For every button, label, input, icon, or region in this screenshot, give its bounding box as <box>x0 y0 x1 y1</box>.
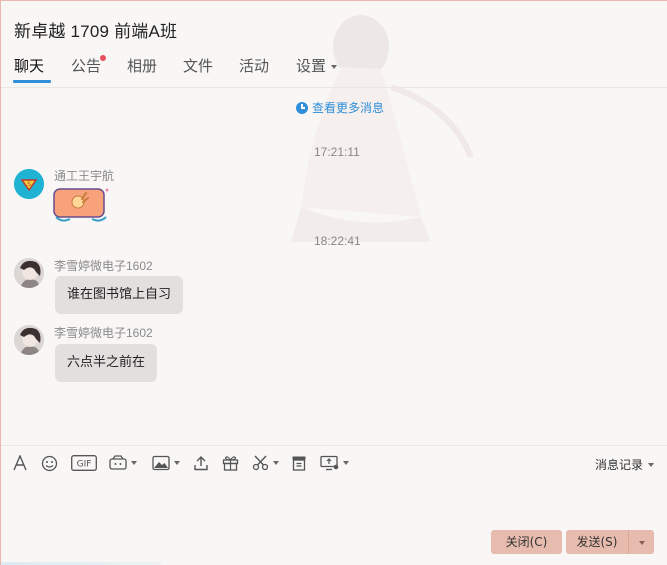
girl-avatar-icon <box>14 258 44 288</box>
tab-chat[interactable]: 聊天 <box>14 55 44 76</box>
tab-settings-label: 设置 <box>296 58 327 75</box>
clock-icon <box>296 101 308 114</box>
input-toolbar: GIF 消息记录 <box>1 450 667 476</box>
screenshot-icon[interactable] <box>252 454 279 472</box>
chevron-down-icon <box>331 65 338 70</box>
tab-announcement[interactable]: 公告 <box>71 55 101 76</box>
avatar[interactable]: S <box>14 169 44 199</box>
tab-bar: 聊天 公告 相册 文件 活动 设置 <box>1 53 667 85</box>
tab-album[interactable]: 相册 <box>127 55 157 76</box>
divider <box>1 445 667 446</box>
background-art <box>291 15 474 242</box>
chevron-down-icon <box>648 462 654 467</box>
gif-label: GIF <box>77 460 92 470</box>
sender-name: 通工王宇航 <box>54 169 115 183</box>
ok-hand-sticker[interactable] <box>52 187 110 223</box>
divider <box>1 87 667 88</box>
chevron-down-icon <box>174 461 180 465</box>
tab-activity[interactable]: 活动 <box>239 55 269 76</box>
window-title: 新卓越 1709 前端A班 <box>14 22 178 41</box>
avatar[interactable] <box>14 258 44 288</box>
notification-dot <box>100 55 106 61</box>
image-icon[interactable] <box>152 454 180 472</box>
avatar[interactable] <box>14 325 44 355</box>
sender-name: 李雪婷微电子1602 <box>54 259 153 273</box>
send-options-button[interactable] <box>628 530 654 554</box>
chevron-down-icon <box>131 461 137 465</box>
sender-name: 李雪婷微电子1602 <box>54 326 153 340</box>
emoji-icon[interactable] <box>41 454 58 472</box>
view-more-messages-link[interactable]: 查看更多消息 <box>296 99 384 116</box>
chevron-down-icon <box>638 540 645 545</box>
view-more-messages-label: 查看更多消息 <box>312 101 385 115</box>
tab-files[interactable]: 文件 <box>183 55 213 76</box>
close-button[interactable]: 关闭(C) <box>491 530 562 554</box>
svg-text:S: S <box>27 181 31 188</box>
message-bubble: 六点半之前在 <box>55 344 158 382</box>
gif-icon[interactable]: GIF <box>71 454 97 472</box>
file-cabinet-icon[interactable] <box>291 454 307 472</box>
chevron-down-icon <box>273 461 279 465</box>
active-tab-indicator <box>13 80 51 83</box>
font-icon[interactable] <box>12 454 28 472</box>
gift-icon[interactable] <box>222 454 239 472</box>
tab-settings[interactable]: 设置 <box>296 55 338 76</box>
chevron-down-icon <box>343 461 349 465</box>
message-timestamp: 17:21:11 <box>314 145 360 159</box>
message-history-label: 消息记录 <box>594 458 643 472</box>
screen-share-icon[interactable] <box>320 454 349 472</box>
message-history-button[interactable]: 消息记录 <box>595 456 654 473</box>
send-button[interactable]: 发送(S) <box>566 530 628 554</box>
magic-emoji-icon[interactable] <box>109 454 137 472</box>
girl-avatar-icon <box>14 325 44 355</box>
message-bubble: 谁在图书馆上自习 <box>55 276 184 314</box>
chat-window: 新卓越 1709 前端A班 聊天 公告 相册 文件 活动 设置 查看更多消息 1… <box>1 1 667 565</box>
upload-icon[interactable] <box>193 454 209 472</box>
message-timestamp: 18:22:41 <box>314 234 361 248</box>
superman-avatar-icon: S <box>14 169 44 199</box>
